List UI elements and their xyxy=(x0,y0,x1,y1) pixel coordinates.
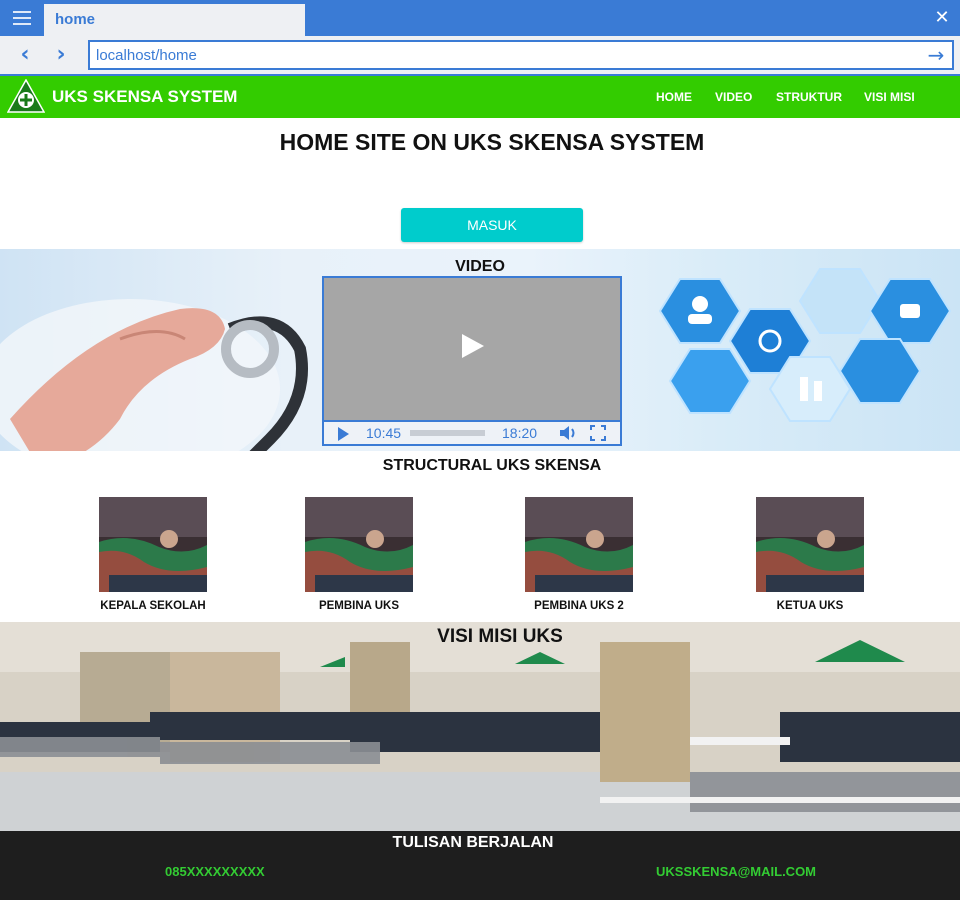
member-card: PEMBINA UKS xyxy=(289,497,429,612)
nav-link-visi-misi[interactable]: VISI MISI xyxy=(864,76,915,118)
member-name: KETUA UKS xyxy=(776,600,844,612)
browser-navbar: ‹ › → xyxy=(0,36,960,76)
member-name: PEMBINA UKS xyxy=(318,600,400,612)
address-bar: → xyxy=(88,40,954,70)
visi-misi-section: VISI MISI UKS xyxy=(0,622,960,831)
seek-bar[interactable] xyxy=(410,430,485,436)
close-icon[interactable]: ✕ xyxy=(930,6,954,30)
site-brand: UKS SKENSA SYSTEM xyxy=(52,87,238,106)
play-icon[interactable] xyxy=(338,427,349,441)
member-photo xyxy=(525,497,633,592)
tab-title: home xyxy=(55,11,96,28)
url-input[interactable] xyxy=(96,45,916,65)
current-time: 10:45 xyxy=(366,425,402,441)
member-name: KEPALA SEKOLAH xyxy=(100,600,206,612)
back-arrow-icon[interactable]: ‹ xyxy=(12,42,38,68)
visi-misi-title: VISI MISI UKS xyxy=(437,626,563,647)
member-card: PEMBINA UKS 2 xyxy=(509,497,649,612)
video-section: VIDEO 10:45 18:20 xyxy=(0,249,960,451)
browser-titlebar: home ✕ xyxy=(0,0,960,36)
nav-link-struktur[interactable]: STRUKTUR xyxy=(776,76,842,118)
video-controls: 10:45 18:20 xyxy=(324,420,620,444)
uks-room-beds-image xyxy=(0,622,960,831)
footer-phone: 085XXXXXXXXX xyxy=(165,864,265,879)
structure-section-title: STRUCTURAL UKS SKENSA xyxy=(382,457,602,474)
go-arrow-icon[interactable]: → xyxy=(924,43,948,67)
page-title: HOME SITE ON UKS SKENSA SYSTEM xyxy=(279,129,705,155)
duration: 18:20 xyxy=(502,425,538,441)
uks-logo-icon xyxy=(7,79,45,113)
footer: TULISAN BERJALAN 085XXXXXXXXX UKSSKENSA@… xyxy=(0,831,960,900)
masuk-button[interactable]: MASUK xyxy=(401,208,583,242)
member-photo xyxy=(756,497,864,592)
nav-link-video[interactable]: VIDEO xyxy=(715,76,752,118)
doctor-hand-stethoscope-image xyxy=(0,299,308,451)
footer-title: TULISAN BERJALAN xyxy=(392,834,554,851)
site-header: UKS SKENSA SYSTEM HOME VIDEO STRUKTUR VI… xyxy=(0,76,960,118)
forward-arrow-icon[interactable]: › xyxy=(48,42,74,68)
medical-icons-hexagons-image xyxy=(658,268,952,422)
play-overlay-icon[interactable] xyxy=(462,334,484,358)
member-photo xyxy=(305,497,413,592)
footer-email[interactable]: UKSSKENSA@MAIL.COM xyxy=(656,864,816,879)
browser-tab[interactable]: home xyxy=(44,4,305,36)
member-name: PEMBINA UKS 2 xyxy=(534,600,624,612)
hamburger-menu-icon[interactable] xyxy=(8,6,36,30)
fullscreen-icon[interactable] xyxy=(590,425,606,441)
member-photo xyxy=(99,497,207,592)
member-card: KETUA UKS xyxy=(740,497,880,612)
volume-icon[interactable] xyxy=(558,424,578,442)
nav-link-home[interactable]: HOME xyxy=(656,76,692,118)
member-card: KEPALA SEKOLAH xyxy=(83,497,223,612)
video-section-title: VIDEO xyxy=(455,258,505,275)
video-player[interactable]: 10:45 18:20 xyxy=(322,276,622,446)
